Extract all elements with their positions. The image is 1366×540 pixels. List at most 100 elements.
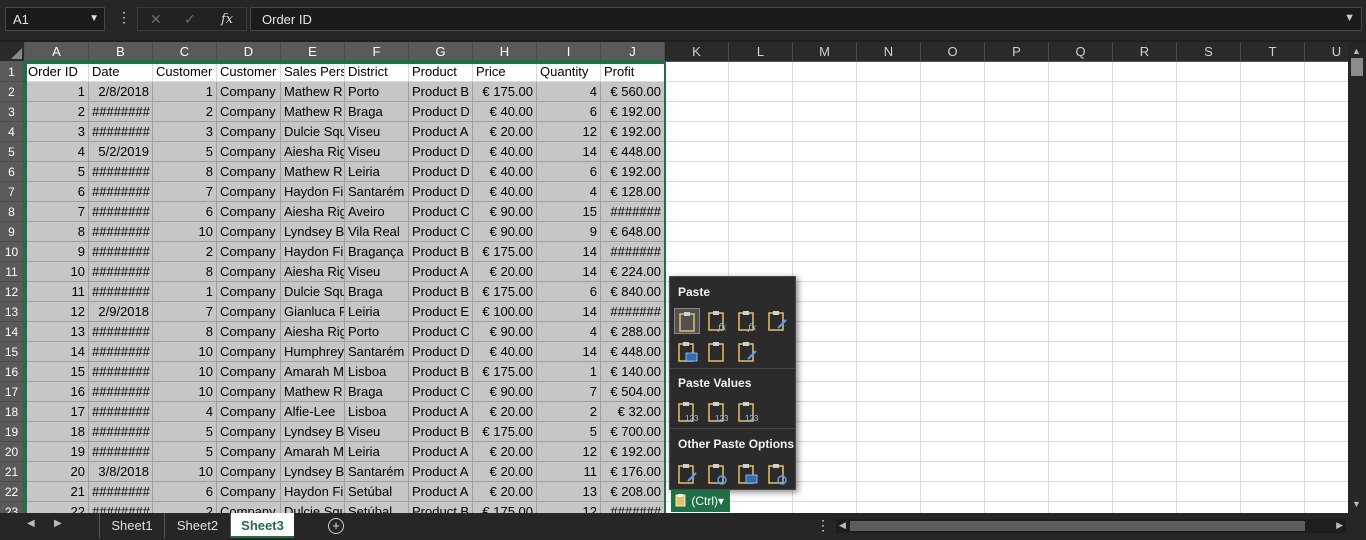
table-cell[interactable]: Mathew R bbox=[281, 102, 345, 122]
column-header-a[interactable]: A bbox=[25, 42, 89, 62]
empty-cell[interactable] bbox=[857, 342, 921, 362]
empty-cell[interactable] bbox=[985, 202, 1049, 222]
table-cell[interactable]: 6 bbox=[25, 182, 89, 202]
table-cell[interactable]: Mathew R bbox=[281, 162, 345, 182]
table-cell[interactable]: Dulcie Squ bbox=[281, 282, 345, 302]
empty-cell[interactable] bbox=[1113, 202, 1177, 222]
header-cell[interactable]: Customer bbox=[217, 62, 281, 82]
empty-cell[interactable] bbox=[1305, 102, 1348, 122]
empty-cell[interactable] bbox=[793, 182, 857, 202]
empty-cell[interactable] bbox=[665, 242, 729, 262]
table-cell[interactable]: 13 bbox=[25, 322, 89, 342]
empty-cell[interactable] bbox=[921, 442, 985, 462]
empty-cell[interactable] bbox=[1049, 442, 1113, 462]
table-cell[interactable]: ######## bbox=[89, 202, 153, 222]
column-header-d[interactable]: D bbox=[217, 42, 281, 62]
empty-cell[interactable] bbox=[1241, 342, 1305, 362]
table-cell[interactable]: Company bbox=[217, 102, 281, 122]
scroll-thumb[interactable] bbox=[1351, 58, 1363, 76]
empty-cell[interactable] bbox=[1305, 442, 1348, 462]
empty-cell[interactable] bbox=[793, 442, 857, 462]
empty-cell[interactable] bbox=[1113, 102, 1177, 122]
empty-cell[interactable] bbox=[1113, 82, 1177, 102]
table-cell[interactable]: Mathew R bbox=[281, 82, 345, 102]
empty-cell[interactable] bbox=[1241, 62, 1305, 82]
empty-cell[interactable] bbox=[1113, 62, 1177, 82]
more-options-icon[interactable]: ⋮ bbox=[117, 9, 131, 26]
empty-cell[interactable] bbox=[1241, 202, 1305, 222]
empty-cell[interactable] bbox=[1241, 362, 1305, 382]
empty-cell[interactable] bbox=[985, 122, 1049, 142]
table-cell[interactable]: Santarém bbox=[345, 182, 409, 202]
empty-cell[interactable] bbox=[1049, 222, 1113, 242]
empty-cell[interactable] bbox=[1177, 242, 1241, 262]
table-cell[interactable]: 8 bbox=[153, 322, 217, 342]
table-cell[interactable]: € 32.00 bbox=[601, 402, 665, 422]
table-cell[interactable]: 10 bbox=[153, 222, 217, 242]
empty-cell[interactable] bbox=[985, 342, 1049, 362]
empty-cell[interactable] bbox=[793, 82, 857, 102]
table-cell[interactable]: 5 bbox=[153, 422, 217, 442]
empty-cell[interactable] bbox=[1305, 142, 1348, 162]
column-header-n[interactable]: N bbox=[857, 42, 921, 62]
empty-cell[interactable] bbox=[921, 402, 985, 422]
table-cell[interactable]: Aveiro bbox=[345, 202, 409, 222]
empty-cell[interactable] bbox=[793, 302, 857, 322]
empty-cell[interactable] bbox=[793, 462, 857, 482]
table-cell[interactable]: Product A bbox=[409, 402, 473, 422]
empty-cell[interactable] bbox=[1113, 242, 1177, 262]
empty-cell[interactable] bbox=[793, 362, 857, 382]
table-cell[interactable]: 20 bbox=[25, 462, 89, 482]
empty-cell[interactable] bbox=[985, 462, 1049, 482]
empty-cell[interactable] bbox=[1305, 162, 1348, 182]
empty-cell[interactable] bbox=[1049, 422, 1113, 442]
empty-cell[interactable] bbox=[1241, 182, 1305, 202]
empty-cell[interactable] bbox=[1177, 402, 1241, 422]
header-cell[interactable]: Quantity bbox=[537, 62, 601, 82]
empty-cell[interactable] bbox=[1177, 62, 1241, 82]
table-cell[interactable]: Product B bbox=[409, 422, 473, 442]
empty-cell[interactable] bbox=[985, 442, 1049, 462]
table-cell[interactable]: 1 bbox=[537, 362, 601, 382]
empty-cell[interactable] bbox=[665, 62, 729, 82]
empty-cell[interactable] bbox=[1049, 242, 1113, 262]
table-cell[interactable]: Company bbox=[217, 262, 281, 282]
table-cell[interactable]: 15 bbox=[537, 202, 601, 222]
row-header-15[interactable]: 15 bbox=[0, 342, 25, 362]
table-cell[interactable]: € 20.00 bbox=[473, 442, 537, 462]
empty-cell[interactable] bbox=[1241, 82, 1305, 102]
table-cell[interactable]: € 192.00 bbox=[601, 102, 665, 122]
table-cell[interactable]: Aiesha Rig bbox=[281, 262, 345, 282]
empty-cell[interactable] bbox=[665, 182, 729, 202]
empty-cell[interactable] bbox=[665, 162, 729, 182]
table-cell[interactable]: 7 bbox=[25, 202, 89, 222]
empty-cell[interactable] bbox=[985, 502, 1049, 513]
row-header-2[interactable]: 2 bbox=[0, 82, 25, 102]
tab-sheet1[interactable]: Sheet1 bbox=[99, 513, 164, 538]
empty-cell[interactable] bbox=[1177, 182, 1241, 202]
table-cell[interactable]: 8 bbox=[25, 222, 89, 242]
table-cell[interactable]: 6 bbox=[153, 202, 217, 222]
empty-cell[interactable] bbox=[793, 62, 857, 82]
empty-cell[interactable] bbox=[857, 422, 921, 442]
table-cell[interactable]: ######## bbox=[89, 122, 153, 142]
empty-cell[interactable] bbox=[1241, 462, 1305, 482]
values-source-formatting-icon[interactable]: 123 bbox=[734, 399, 760, 425]
empty-cell[interactable] bbox=[1305, 462, 1348, 482]
table-cell[interactable]: € 90.00 bbox=[473, 202, 537, 222]
table-cell[interactable]: 1 bbox=[153, 282, 217, 302]
table-cell[interactable]: Leiria bbox=[345, 162, 409, 182]
table-cell[interactable]: 14 bbox=[537, 342, 601, 362]
table-cell[interactable]: Haydon Fi bbox=[281, 182, 345, 202]
empty-cell[interactable] bbox=[1177, 202, 1241, 222]
empty-cell[interactable] bbox=[857, 402, 921, 422]
empty-cell[interactable] bbox=[1177, 342, 1241, 362]
chevron-down-icon[interactable]: ▼ bbox=[89, 13, 99, 24]
empty-cell[interactable] bbox=[857, 382, 921, 402]
table-cell[interactable]: Company bbox=[217, 142, 281, 162]
empty-cell[interactable] bbox=[1177, 122, 1241, 142]
empty-cell[interactable] bbox=[921, 422, 985, 442]
column-header-h[interactable]: H bbox=[473, 42, 537, 62]
table-cell[interactable]: Product A bbox=[409, 482, 473, 502]
empty-cell[interactable] bbox=[1113, 302, 1177, 322]
